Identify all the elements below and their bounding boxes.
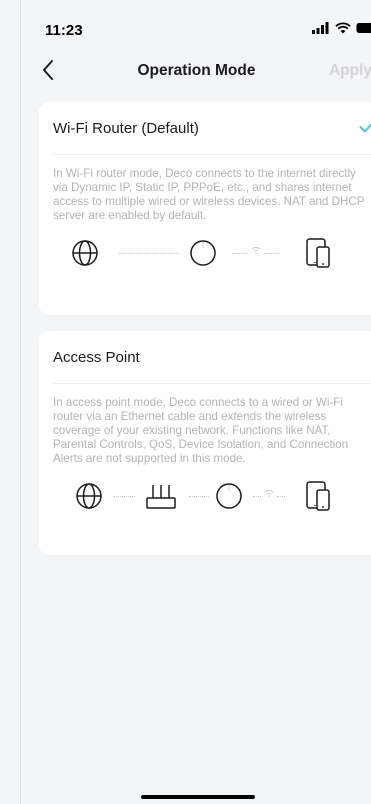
status-bar: 11:23 — [21, 0, 371, 44]
option-card-access-point[interactable]: Access Point In access point mode, Deco … — [39, 331, 371, 555]
connection-line — [264, 253, 280, 254]
status-time: 11:23 — [45, 22, 83, 39]
status-icons — [312, 22, 371, 34]
option-description: In access point mode, Deco connects to a… — [53, 396, 349, 465]
connection-line — [119, 253, 179, 254]
battery-icon — [356, 23, 371, 33]
topology-diagram — [39, 476, 371, 536]
home-indicator[interactable] — [141, 795, 255, 799]
connection-line — [189, 496, 209, 497]
page-title: Operation Mode — [137, 62, 256, 79]
app-screen: 11:23 Operation Mode Apply Wi-Fi Router … — [20, 0, 371, 804]
connection-line — [232, 253, 248, 254]
globe-icon — [72, 240, 98, 266]
connection-line — [113, 496, 135, 497]
option-description: In Wi-Fi router mode, Deco connects to t… — [53, 167, 365, 222]
router-icon — [146, 485, 176, 509]
connection-line — [253, 496, 261, 497]
option-header[interactable]: Wi-Fi Router (Default) — [39, 102, 371, 154]
devices-icon — [306, 481, 330, 511]
wifi-status-icon — [335, 22, 351, 34]
topology-diagram — [39, 233, 371, 293]
signal-icon — [312, 22, 329, 34]
wifi-icon — [264, 490, 274, 497]
apply-button[interactable]: Apply — [329, 62, 371, 80]
option-label: Access Point — [53, 348, 140, 366]
checkmark-icon — [359, 123, 371, 133]
deco-icon — [190, 240, 216, 266]
globe-icon — [76, 483, 102, 509]
nav-bar: Operation Mode Apply — [21, 56, 371, 88]
option-card-wifi-router[interactable]: Wi-Fi Router (Default) In Wi-Fi router m… — [39, 102, 371, 315]
connection-line — [277, 496, 285, 497]
deco-icon — [216, 483, 242, 509]
wifi-icon — [251, 247, 261, 254]
devices-icon — [306, 238, 330, 268]
option-header[interactable]: Access Point — [39, 331, 371, 383]
option-label: Wi-Fi Router (Default) — [53, 119, 199, 137]
